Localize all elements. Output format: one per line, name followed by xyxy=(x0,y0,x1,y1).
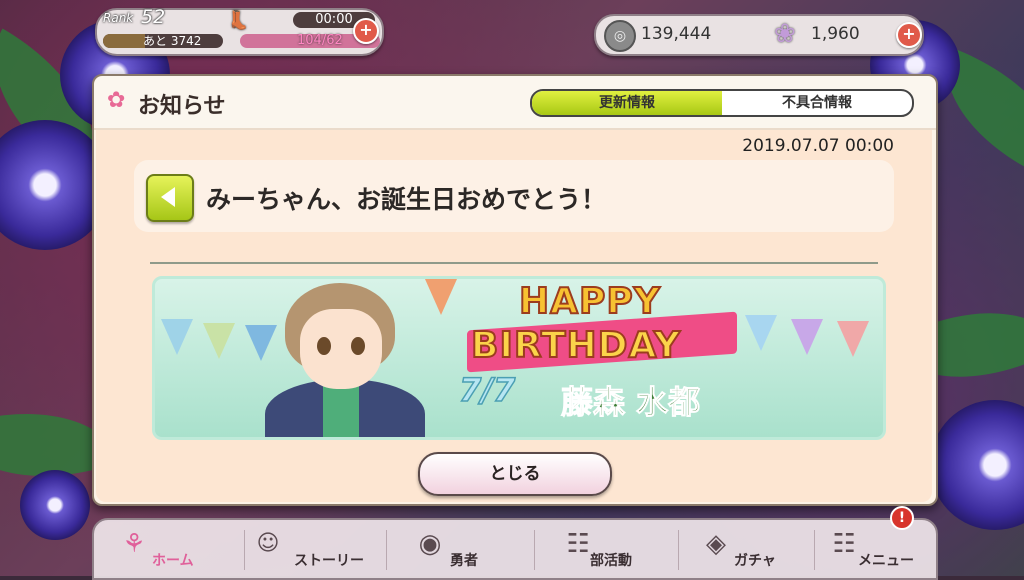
news-title-box: みーちゃん、お誕生日おめでとう！ xyxy=(134,160,894,232)
back-button[interactable] xyxy=(146,174,194,222)
nav-label: ストーリー xyxy=(294,553,364,569)
birthday-date: 7/7 xyxy=(458,370,516,410)
nav-separator xyxy=(814,530,815,570)
tab-updates[interactable]: 更新情報 xyxy=(532,91,722,115)
hero-icon: ◉ xyxy=(418,529,442,559)
add-stamina-button[interactable]: + xyxy=(353,18,379,44)
stamina-text: 104/62 xyxy=(297,33,343,48)
nav-hero[interactable]: ◉ 勇者 xyxy=(412,524,522,576)
player-status-panel: Rank 52 あと 3742 👢 00:00 104/62 + xyxy=(95,6,384,56)
happy-text: HAPPY xyxy=(518,280,661,323)
dialog-title: お知らせ xyxy=(138,94,226,119)
currency-panel: ◎ 139,444 ❀ 1,960 + xyxy=(594,14,924,56)
bunting-flag xyxy=(837,321,869,357)
nav-separator xyxy=(386,530,387,570)
bunting-flag xyxy=(425,279,457,315)
boot-icon: 👢 xyxy=(227,10,250,31)
nav-label: メニュー xyxy=(858,553,914,569)
home-icon: ⚘ xyxy=(122,529,146,559)
nav-gacha[interactable]: ◈ ガチャ xyxy=(698,524,808,576)
nav-home[interactable]: ⚘ ホーム xyxy=(116,524,236,576)
birthday-ribbon: HAPPY BIRTHDAY xyxy=(467,280,737,375)
nav-label: ホーム xyxy=(152,553,194,569)
news-date: 2019.07.07 00:00 xyxy=(742,136,894,156)
back-arrow-icon xyxy=(161,187,175,207)
bunting-flag xyxy=(161,319,193,355)
divider xyxy=(150,262,878,264)
coin-count: 139,444 xyxy=(641,24,712,44)
morning-glory-flower xyxy=(930,400,1024,530)
add-gems-button[interactable]: + xyxy=(896,22,922,48)
rank-value: 52 xyxy=(141,6,166,28)
birthday-text: BIRTHDAY xyxy=(470,324,681,367)
menu-grid-icon: ☷ xyxy=(832,529,856,559)
story-icon: ☺ xyxy=(256,531,280,556)
dialog-body: 2019.07.07 00:00 みーちゃん、お誕生日おめでとう！ HAPPY … xyxy=(96,130,932,502)
lotus-gem-icon: ❀ xyxy=(774,19,796,49)
rank-label: Rank xyxy=(103,11,134,25)
gem-count: 1,960 xyxy=(811,24,860,44)
morning-glory-flower xyxy=(20,470,90,540)
bunting-flag xyxy=(203,323,235,359)
news-dialog: ✿ お知らせ 更新情報 不具合情報 2019.07.07 00:00 みーちゃん… xyxy=(92,74,938,506)
bunting-flag xyxy=(245,325,277,361)
character-illustration xyxy=(265,279,425,437)
birthday-banner-image: HAPPY BIRTHDAY 7/7 藤森 水都 xyxy=(152,276,886,440)
nav-separator xyxy=(534,530,535,570)
news-tabs: 更新情報 不具合情報 xyxy=(530,89,914,117)
nav-club[interactable]: ☷ 部活動 xyxy=(560,524,670,576)
nav-separator xyxy=(244,530,245,570)
gacha-icon: ◈ xyxy=(706,529,726,559)
bunting-flag xyxy=(745,315,777,351)
nav-label: 勇者 xyxy=(450,553,478,569)
news-title: みーちゃん、お誕生日おめでとう！ xyxy=(206,185,607,214)
exp-remaining-text: あと 3742 xyxy=(143,34,202,48)
tab-bug-reports[interactable]: 不具合情報 xyxy=(722,91,912,115)
nav-menu[interactable]: ☷ メニュー xyxy=(826,524,934,576)
nav-separator xyxy=(678,530,679,570)
coin-icon: ◎ xyxy=(604,20,636,52)
dialog-header: ✿ お知らせ 更新情報 不具合情報 xyxy=(94,76,936,130)
alert-badge: ! xyxy=(890,506,914,530)
close-button[interactable]: とじる xyxy=(418,452,612,496)
sakura-icon: ✿ xyxy=(107,88,126,113)
character-name: 藤森 水都 xyxy=(560,383,701,422)
nav-story[interactable]: ☺ ストーリー xyxy=(250,524,380,576)
nav-label: 部活動 xyxy=(590,553,632,569)
bottom-navigation: ⚘ ホーム ☺ ストーリー ◉ 勇者 ☷ 部活動 ◈ ガチャ ☷ メニュー ! xyxy=(92,506,938,580)
bunting-flag xyxy=(791,319,823,355)
nav-label: ガチャ xyxy=(734,553,776,569)
